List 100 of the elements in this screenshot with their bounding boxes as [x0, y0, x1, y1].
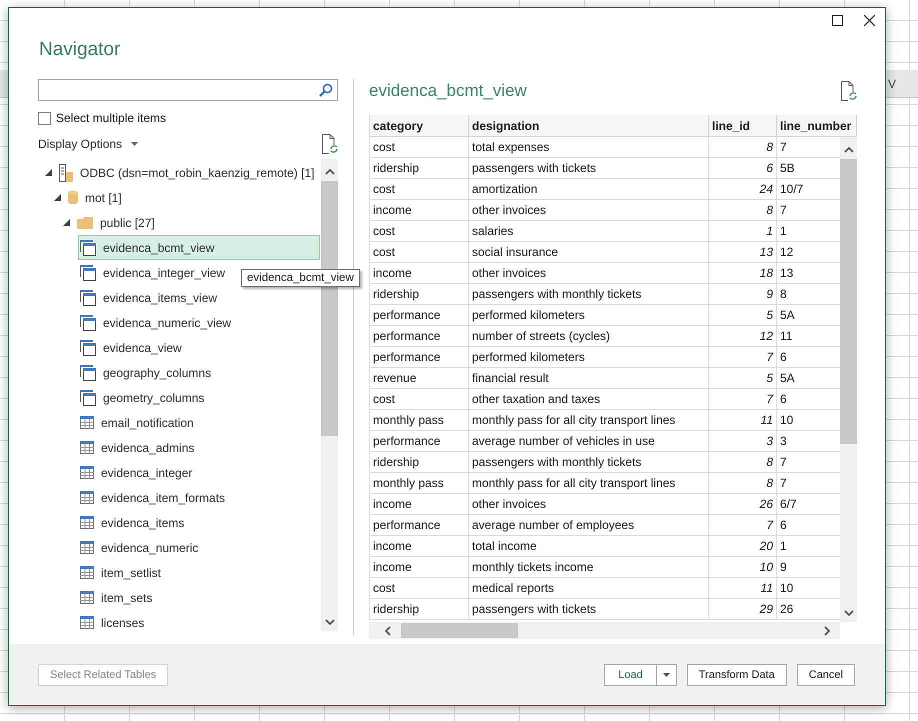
maximize-icon[interactable] [832, 15, 843, 26]
column-header[interactable]: designation [469, 115, 709, 137]
scroll-up-icon[interactable] [324, 169, 334, 175]
column-header[interactable]: category [369, 115, 469, 137]
table-cell: 20 [709, 536, 777, 557]
close-icon[interactable] [864, 15, 875, 26]
table-cell: medical reports [469, 578, 709, 599]
table-cell: cost [369, 137, 469, 158]
tree-item[interactable]: ODBC (dsn=mot_robin_kaenzig_remote) [1] [57, 160, 321, 185]
tree-item[interactable]: mot [1] [66, 185, 320, 210]
checkbox[interactable] [38, 112, 51, 124]
table-cell: 5 [709, 368, 777, 389]
table-cell: ridership [369, 284, 469, 305]
tree-item[interactable]: public [27] [75, 210, 320, 235]
tree-item[interactable]: evidenca_item_formats [78, 485, 320, 510]
table-icon [80, 466, 94, 479]
table-cell: average number of vehicles in use [469, 431, 709, 452]
tree-item[interactable]: evidenca_integer [78, 460, 320, 485]
table-cell: monthly tickets income [469, 557, 709, 578]
table-cell: performed kilometers [469, 305, 709, 326]
search-icon [319, 83, 333, 97]
tree-item[interactable]: evidenca_view [78, 335, 320, 360]
table-cell: monthly pass for all city transport lines [469, 473, 709, 494]
search-field[interactable] [38, 79, 338, 101]
refresh-document-icon[interactable] [841, 81, 857, 101]
tree-item[interactable]: item_setlist [78, 560, 320, 585]
folder-icon [77, 216, 93, 228]
tree-item[interactable]: evidenca_bcmt_view [78, 235, 320, 260]
tree-item[interactable]: evidenca_numeric_view [78, 310, 320, 335]
scroll-right-icon[interactable] [824, 626, 830, 636]
view-icon [80, 364, 96, 380]
table-cell: monthly pass [369, 410, 469, 431]
tree-item[interactable]: geography_columns [78, 360, 320, 385]
table-cell: income [369, 263, 469, 284]
scroll-down-icon[interactable] [324, 619, 334, 625]
table-cell: 11 [709, 410, 777, 431]
table-cell: cost [369, 221, 469, 242]
expand-icon[interactable] [45, 169, 52, 176]
scroll-down-icon[interactable] [844, 610, 854, 616]
table-cell: average number of employees [469, 515, 709, 536]
table-cell: income [369, 494, 469, 515]
view-icon [80, 240, 96, 256]
load-dropdown-button[interactable] [656, 664, 677, 686]
table-cell: other invoices [469, 263, 709, 284]
table-cell: revenue [369, 368, 469, 389]
caret-icon [131, 142, 138, 146]
view-icon [80, 264, 96, 280]
load-button[interactable]: Load [604, 664, 657, 686]
tree-item[interactable]: evidenca_numeric [78, 535, 320, 560]
table-cell: income [369, 200, 469, 221]
table-cell: performed kilometers [469, 347, 709, 368]
column-header: V [888, 76, 896, 90]
column-header[interactable]: line_id [709, 115, 777, 137]
table-cell: 8 [709, 137, 777, 158]
table-cell: ridership [369, 158, 469, 179]
table-cell: 18 [709, 263, 777, 284]
table-cell: 24 [709, 179, 777, 200]
database-icon [68, 190, 78, 205]
tree-item[interactable]: evidenca_items [78, 510, 320, 535]
table-cell: passengers with tickets [469, 599, 709, 620]
table-cell: income [369, 536, 469, 557]
tree-item[interactable]: geometry_columns [78, 385, 320, 410]
refresh-document-icon[interactable] [322, 134, 338, 154]
tree-item[interactable]: evidenca_admins [78, 435, 320, 460]
scroll-up-icon[interactable] [844, 147, 854, 153]
tree-item[interactable]: item_sets [78, 585, 320, 610]
dialog-button[interactable]: Transform Data [686, 664, 787, 686]
table-cell: 29 [709, 599, 777, 620]
table-cell: monthly pass [369, 473, 469, 494]
column-header[interactable]: line_number [777, 115, 857, 137]
table-cell: other invoices [469, 200, 709, 221]
tree-item[interactable]: evidenca_items_view [78, 285, 320, 310]
table-cell: cost [369, 179, 469, 200]
expand-icon[interactable] [63, 219, 70, 226]
table-cell: 11 [709, 578, 777, 599]
table-cell: 7 [709, 347, 777, 368]
scrollbar[interactable] [840, 137, 857, 622]
display-options-dropdown[interactable]: Display Options [38, 137, 138, 151]
table-cell: other taxation and taxes [469, 389, 709, 410]
table-cell: performance [369, 515, 469, 536]
expand-icon[interactable] [54, 194, 61, 201]
dialog-button[interactable]: Cancel [796, 664, 855, 686]
table-cell: passengers with tickets [469, 158, 709, 179]
table-cell: number of streets (cycles) [469, 326, 709, 347]
view-icon [80, 390, 96, 406]
scroll-left-icon[interactable] [385, 626, 391, 636]
tooltip: evidenca_bcmt_view [241, 269, 360, 287]
table-cell: 6 [709, 158, 777, 179]
scrollbar[interactable] [369, 622, 840, 639]
table-cell: 26 [709, 494, 777, 515]
table-icon [80, 616, 94, 629]
table-cell: 13 [709, 242, 777, 263]
tree-item[interactable]: licenses [78, 610, 320, 631]
tree-item[interactable]: email_notification [78, 410, 320, 435]
table-icon [80, 591, 94, 604]
table-cell: social insurance [469, 242, 709, 263]
view-icon [80, 290, 96, 306]
table-cell: 8 [709, 452, 777, 473]
table-cell: 10 [709, 557, 777, 578]
table-icon [80, 541, 94, 554]
